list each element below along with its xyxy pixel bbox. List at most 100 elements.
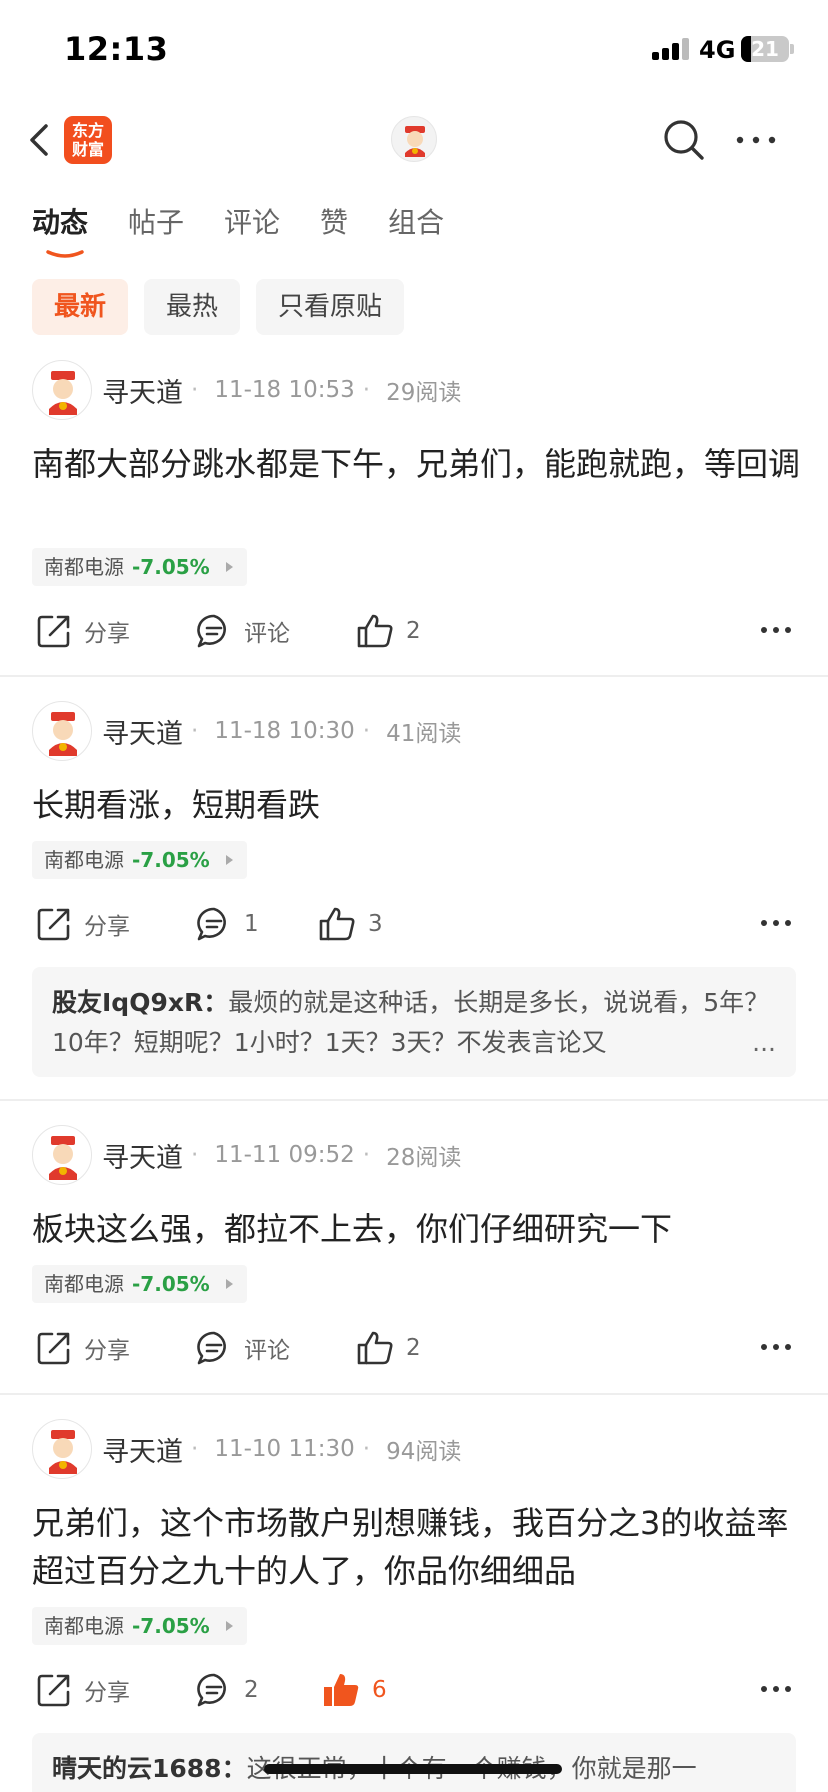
- status-time: 12:13: [64, 30, 169, 68]
- tab-label: 评论: [224, 206, 281, 239]
- post-item[interactable]: 寻天道 · 11-11 09:52 · 28阅读 板块这么强，都拉不上去，你们仔…: [0, 1125, 828, 1393]
- tab-posts[interactable]: 帖子: [128, 200, 184, 246]
- share-icon: [37, 908, 70, 941]
- like-button[interactable]: 2: [356, 1323, 421, 1373]
- share-label: 分享: [84, 914, 130, 940]
- eastmoney-logo[interactable]: 东方 财富: [64, 116, 112, 164]
- caishen-avatar-icon: [405, 126, 425, 157]
- author-avatar[interactable]: [32, 1419, 92, 1479]
- tag-arrow-icon: [225, 1621, 233, 1631]
- comment-user[interactable]: 晴天的云1688：: [52, 1754, 247, 1783]
- author-avatar[interactable]: [32, 1125, 92, 1185]
- comment-icon: [197, 1673, 226, 1707]
- author-row: 寻天道 · 11-18 10:30 · 41阅读: [32, 701, 461, 761]
- share-button[interactable]: 分享: [36, 606, 130, 656]
- tab-label: 动态: [32, 206, 89, 239]
- post-time: 11-18 10:30: [214, 718, 355, 744]
- stock-tag[interactable]: 南都电源 -7.05%: [32, 841, 247, 879]
- filter-latest[interactable]: 最新: [32, 279, 129, 335]
- stock-change: -7.05%: [132, 1614, 210, 1638]
- thumbs-up-filled-icon: [324, 1674, 359, 1706]
- caishen-avatar-icon: [49, 712, 77, 756]
- home-indicator[interactable]: [264, 1764, 562, 1774]
- share-button[interactable]: 分享: [36, 1665, 130, 1715]
- comment-more[interactable]: ...: [744, 1023, 776, 1063]
- comment-count: 评论: [244, 621, 290, 647]
- top-comment[interactable]: 晴天的云1688：这很正常，十个有一个赚钱，你就是那一: [32, 1733, 796, 1792]
- like-button[interactable]: 6: [322, 1665, 387, 1715]
- separator-dot: ·: [191, 718, 199, 744]
- share-icon: [37, 1332, 70, 1365]
- logo-text-line2: 财富: [71, 140, 104, 159]
- post-more-icon[interactable]: [760, 618, 792, 642]
- author-avatar[interactable]: [32, 701, 92, 761]
- post-time: 11-11 09:52: [214, 1142, 355, 1168]
- filter-chips: 最新 最热 只看原贴: [32, 279, 420, 335]
- stock-change: -7.05%: [132, 555, 210, 579]
- tab-comments[interactable]: 评论: [224, 200, 280, 246]
- post-item[interactable]: 寻天道 · 11-10 11:30 · 94阅读 兄弟们，这个市场散户别想赚钱，…: [0, 1419, 828, 1792]
- separator-dot: ·: [362, 718, 371, 744]
- back-arrow-icon[interactable]: [24, 120, 58, 160]
- read-count: 29阅读: [386, 380, 462, 406]
- comment-icon: [197, 907, 226, 941]
- separator-dot: ·: [362, 377, 371, 403]
- tag-arrow-icon: [225, 562, 233, 572]
- filter-hottest[interactable]: 最热: [144, 279, 241, 335]
- share-button[interactable]: 分享: [36, 899, 130, 949]
- separator-dot: ·: [191, 377, 199, 403]
- author-name[interactable]: 寻天道: [102, 371, 183, 410]
- comment-button[interactable]: 2: [196, 1665, 259, 1715]
- post-more-icon[interactable]: [760, 1335, 792, 1359]
- author-name[interactable]: 寻天道: [102, 1136, 183, 1175]
- profile-tabs: 动态 帖子 评论 赞 组合: [32, 200, 484, 260]
- tab-likes[interactable]: 赞: [320, 200, 348, 246]
- tab-portfolio[interactable]: 组合: [388, 200, 444, 246]
- stock-tag[interactable]: 南都电源 -7.05%: [32, 1265, 247, 1303]
- post-divider: [0, 675, 828, 677]
- stock-change: -7.05%: [132, 848, 210, 872]
- filter-original-only[interactable]: 只看原贴: [256, 279, 405, 335]
- stock-name: 南都电源: [44, 1272, 124, 1296]
- post-divider: [0, 1393, 828, 1395]
- share-label: 分享: [84, 1680, 130, 1706]
- stock-tag[interactable]: 南都电源 -7.05%: [32, 548, 247, 586]
- nav-bar: 东方 财富: [0, 100, 828, 180]
- caishen-avatar-icon: [49, 1430, 77, 1474]
- user-avatar[interactable]: [391, 116, 437, 162]
- comment-user[interactable]: 股友IqQ9xR：: [52, 988, 228, 1017]
- like-count: 2: [406, 1335, 421, 1361]
- read-count: 28阅读: [386, 1145, 462, 1171]
- post-text[interactable]: 兄弟们，这个市场散户别想赚钱，我百分之3的收益率超过百分之九十的人了，你品你细细…: [32, 1499, 802, 1595]
- search-icon[interactable]: [662, 118, 706, 162]
- top-comment[interactable]: 股友IqQ9xR：最烦的就是这种话，长期是多长，说说看，5年？10年？短期呢？1…: [32, 967, 796, 1077]
- comment-button[interactable]: 评论: [196, 606, 290, 656]
- tab-active-indicator: [46, 250, 84, 258]
- like-button[interactable]: 2: [356, 606, 421, 656]
- like-count: 6: [372, 1677, 387, 1703]
- author-name[interactable]: 寻天道: [102, 712, 183, 751]
- post-item[interactable]: 寻天道 · 11-18 10:53 · 29阅读 南都大部分跳水都是下午，兄弟们…: [0, 360, 828, 676]
- like-button[interactable]: 3: [318, 899, 383, 949]
- post-text[interactable]: 南都大部分跳水都是下午，兄弟们，能跑就跑，等回调: [32, 440, 802, 488]
- thumbs-up-icon: [357, 1331, 393, 1365]
- tab-dynamics[interactable]: 动态: [32, 200, 89, 258]
- logo-text-line1: 东方: [71, 121, 104, 140]
- author-row: 寻天道 · 11-11 09:52 · 28阅读: [32, 1125, 461, 1185]
- post-text[interactable]: 长期看涨，短期看跌: [32, 781, 802, 829]
- post-item[interactable]: 寻天道 · 11-18 10:30 · 41阅读 长期看涨，短期看跌 南都电源 …: [0, 701, 828, 1101]
- share-button[interactable]: 分享: [36, 1323, 130, 1373]
- post-actions: 分享 评论 2: [0, 1323, 828, 1373]
- comment-button[interactable]: 评论: [196, 1323, 290, 1373]
- post-more-icon[interactable]: [760, 1677, 792, 1701]
- more-options-icon[interactable]: [734, 128, 778, 152]
- stock-tag[interactable]: 南都电源 -7.05%: [32, 1607, 247, 1645]
- network-label: 4G: [699, 36, 736, 64]
- comment-button[interactable]: 1: [196, 899, 259, 949]
- post-more-icon[interactable]: [760, 911, 792, 935]
- signal-icon: [652, 38, 690, 60]
- post-text[interactable]: 板块这么强，都拉不上去，你们仔细研究一下: [32, 1205, 802, 1253]
- author-name[interactable]: 寻天道: [102, 1430, 183, 1469]
- author-avatar[interactable]: [32, 360, 92, 420]
- tab-label: 组合: [388, 206, 445, 239]
